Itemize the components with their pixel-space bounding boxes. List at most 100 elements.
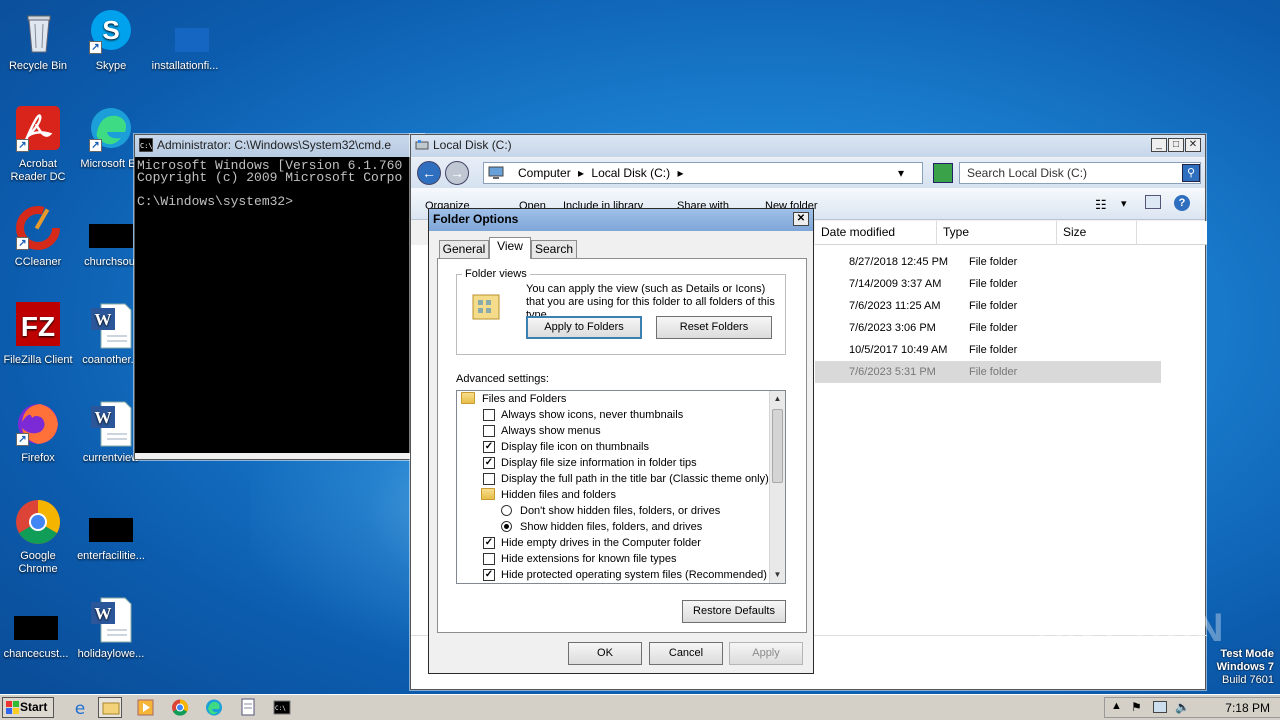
advanced-settings-list[interactable]: Files and Folders Always show icons, nev… [456,390,786,584]
minimize-button[interactable]: _ [1151,138,1167,152]
file-row-selected[interactable]: 7/6/2023 5:31 PM File folder [815,361,1161,383]
breadcrumb-separator-icon[interactable]: ▸ [578,166,584,180]
back-button[interactable]: ← [417,161,441,185]
file-row[interactable]: 7/6/2023 3:06 PM File folder [815,317,1161,339]
radio-on[interactable] [501,521,512,532]
setting-label: Always show menus [501,425,601,437]
address-bar[interactable]: Computer ▸ Local Disk (C:) ▸ ▾ [483,162,923,184]
setting-display-full-path[interactable]: Display the full path in the title bar (… [481,471,769,487]
desktop-icon-ccleaner[interactable]: ↗ CCleaner [0,204,76,269]
show-hidden-icons-icon[interactable]: ▲ [1111,700,1122,712]
checkbox-unchecked[interactable] [483,553,495,565]
search-icon[interactable]: ⚲ [1182,164,1200,182]
desktop-icon-chrome[interactable]: Google Chrome [0,498,76,576]
checkbox-checked-icon[interactable]: ✓ [483,441,495,453]
file-row[interactable]: 10/5/2017 10:49 AM File folder [815,339,1161,361]
file-row[interactable]: 7/14/2009 3:37 AM File folder [815,273,1161,295]
file-row[interactable]: 8/27/2018 12:45 PM File folder [815,251,1161,273]
checkbox-checked-icon[interactable]: ✓ [483,569,495,581]
restore-defaults-button[interactable]: Restore Defaults [682,600,786,623]
cmd-window[interactable]: C:\ Administrator: C:\Windows\System32\c… [134,134,424,460]
tab-general[interactable]: General [439,240,489,259]
taskbar-cmd-icon[interactable]: C:\ [270,697,294,718]
setting-always-show-menus[interactable]: Always show menus [481,423,601,439]
search-input[interactable]: Search Local Disk (C:) [959,162,1201,184]
maximize-button[interactable]: □ [1168,138,1184,152]
scroll-up-arrow-icon[interactable]: ▲ [770,391,785,407]
tab-view[interactable]: View [489,237,531,259]
help-icon[interactable]: ? [1174,195,1190,211]
taskbar-notepad-icon[interactable] [236,697,260,718]
setting-display-file-size[interactable]: ✓ Display file size information in folder… [481,455,697,471]
desktop-icon-filezilla[interactable]: FZ FileZilla Client [0,302,76,367]
view-dropdown-icon[interactable]: ▾ [1121,197,1127,210]
anyrun-watermark: ANY RUN [1036,606,1225,650]
tab-search[interactable]: Search [531,240,577,259]
checkbox-checked-icon[interactable]: ✓ [483,537,495,549]
taskbar-explorer-icon[interactable] [98,697,122,718]
setting-hide-extensions[interactable]: Hide extensions for known file types [481,551,676,567]
svg-text:e: e [75,699,85,718]
setting-always-show-icons[interactable]: Always show icons, never thumbnails [481,407,683,423]
setting-hide-empty-drives[interactable]: ✓ Hide empty drives in the Computer folde… [481,535,701,551]
reset-folders-button[interactable]: Reset Folders [656,316,772,339]
console-line: C:\Windows\system32> [137,194,294,209]
clock[interactable]: 7:18 PM [1225,701,1270,715]
desktop-icon-skype[interactable]: S ↗ Skype [73,8,149,73]
file-row[interactable]: 7/6/2023 11:25 AM File folder [815,295,1161,317]
setting-dont-show-hidden[interactable]: Don't show hidden files, folders, or dri… [501,503,720,519]
breadcrumb-separator-icon[interactable]: ▸ [677,166,683,180]
column-size[interactable]: Size [1057,221,1137,245]
close-button[interactable]: ✕ [1185,138,1201,152]
cmd-console[interactable]: Microsoft Windows [Version 6.1.760 Copyri… [135,157,423,453]
taskbar-media-player-icon[interactable] [134,697,158,718]
apply-to-folders-button[interactable]: Apply to Folders [526,316,642,339]
network-icon[interactable] [1153,701,1167,713]
action-center-icon[interactable]: ⚑ [1131,700,1142,714]
breadcrumb-local-disk[interactable]: Local Disk (C:) [591,166,670,180]
explorer-titlebar[interactable]: Local Disk (C:) _ □ ✕ [411,135,1205,157]
cancel-button[interactable]: Cancel [649,642,723,665]
desktop-icon-firefox[interactable]: ↗ Firefox [0,400,76,465]
checkbox-unchecked[interactable] [483,473,495,485]
address-dropdown-icon[interactable]: ▾ [898,163,904,183]
folder-options-dialog[interactable]: Folder Options ✕ General View Search Fol… [428,208,814,674]
scroll-down-arrow-icon[interactable]: ▼ [770,567,785,583]
ok-button[interactable]: OK [568,642,642,665]
refresh-button[interactable] [933,163,953,183]
settings-scrollbar[interactable]: ▲ ▼ [769,391,785,583]
address-bar-row: ← → Computer ▸ Local Disk (C:) ▸ ▾ Searc… [411,158,1205,188]
file-type: File folder [969,256,1018,268]
desktop-icon-acrobat[interactable]: ↗ Acrobat Reader DC [0,106,76,184]
dialog-titlebar[interactable]: Folder Options ✕ [429,209,813,231]
radio-off[interactable] [501,505,512,516]
taskbar-chrome-icon[interactable] [168,697,192,718]
desktop-icon-recycle-bin[interactable]: Recycle Bin [0,8,76,73]
dialog-close-button[interactable]: ✕ [793,212,809,226]
scroll-thumb[interactable] [772,409,783,483]
taskbar-edge-icon[interactable] [202,697,226,718]
taskbar-ie-icon[interactable]: e [68,697,92,719]
column-type[interactable]: Type [937,221,1057,245]
system-tray: ▲ ⚑ 🔈 7:18 PM [1104,697,1280,718]
checkbox-unchecked[interactable] [483,425,495,437]
breadcrumb-computer[interactable]: Computer [518,166,571,180]
checkbox-checked-icon[interactable]: ✓ [483,457,495,469]
start-button[interactable]: Start [2,697,54,718]
setting-show-hidden[interactable]: Show hidden files, folders, and drives [501,519,702,535]
volume-icon[interactable]: 🔈 [1175,700,1190,714]
setting-display-file-icon[interactable]: ✓ Display file icon on thumbnails [481,439,649,455]
word-document-icon: W [87,302,135,350]
desktop-icon-holidaylowe[interactable]: W holidaylowe... [73,596,149,661]
desktop-icon-chancecust[interactable]: chancecust... [0,596,74,661]
desktop-icon-installationfile[interactable]: installationfi... [147,8,223,73]
view-options-icon[interactable]: ☷ [1095,197,1107,213]
preview-pane-icon[interactable] [1145,195,1161,209]
cmd-titlebar[interactable]: C:\ Administrator: C:\Windows\System32\c… [135,135,423,157]
desktop-icon-enterfacilitie[interactable]: enterfacilitie... [73,498,149,563]
checkbox-unchecked[interactable] [483,409,495,421]
column-date-modified[interactable]: Date modified [815,221,937,245]
setting-hide-protected-os-files[interactable]: ✓ Hide protected operating system files (… [481,567,767,583]
column-headers: Date modified Type Size [815,221,1207,245]
forward-button[interactable]: → [445,161,469,185]
